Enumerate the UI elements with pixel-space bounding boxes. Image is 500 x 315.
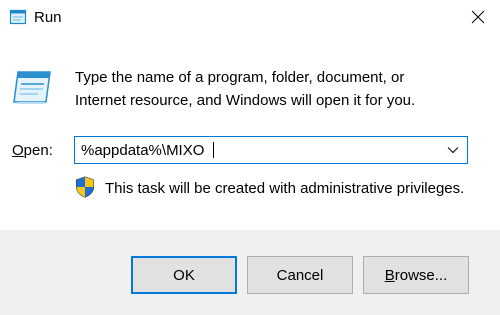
close-icon [471,10,485,24]
run-icon [13,71,51,104]
button-bar: OK Cancel Browse... [0,230,500,315]
ok-button[interactable]: OK [131,256,237,294]
dropdown-button[interactable] [439,137,467,163]
browse-label-rest: rowse... [394,266,448,284]
text-caret [213,142,214,158]
browse-button[interactable]: Browse... [363,256,469,294]
open-label: Open: [12,140,53,162]
open-combobox[interactable] [74,136,468,164]
window-title: Run [34,9,62,26]
admin-notice: This task will be created with administr… [105,180,465,197]
uac-shield-icon [76,176,94,198]
open-input[interactable] [75,137,435,163]
chevron-down-icon [447,147,459,154]
open-label-rest: pen: [23,142,53,159]
description-line-2: Internet resource, and Windows will open… [75,92,416,109]
close-button[interactable] [456,0,500,34]
title-bar[interactable]: Run [0,0,500,36]
open-label-mnemonic: O [12,142,24,159]
description-text: Type the name of a program, folder, docu… [75,66,485,112]
cancel-button[interactable]: Cancel [247,256,353,294]
browse-mnemonic: B [384,266,395,284]
run-icon [9,9,27,25]
run-dialog: Run Type the name of a program, folder, … [0,0,500,315]
description-line-1: Type the name of a program, folder, docu… [75,69,405,86]
